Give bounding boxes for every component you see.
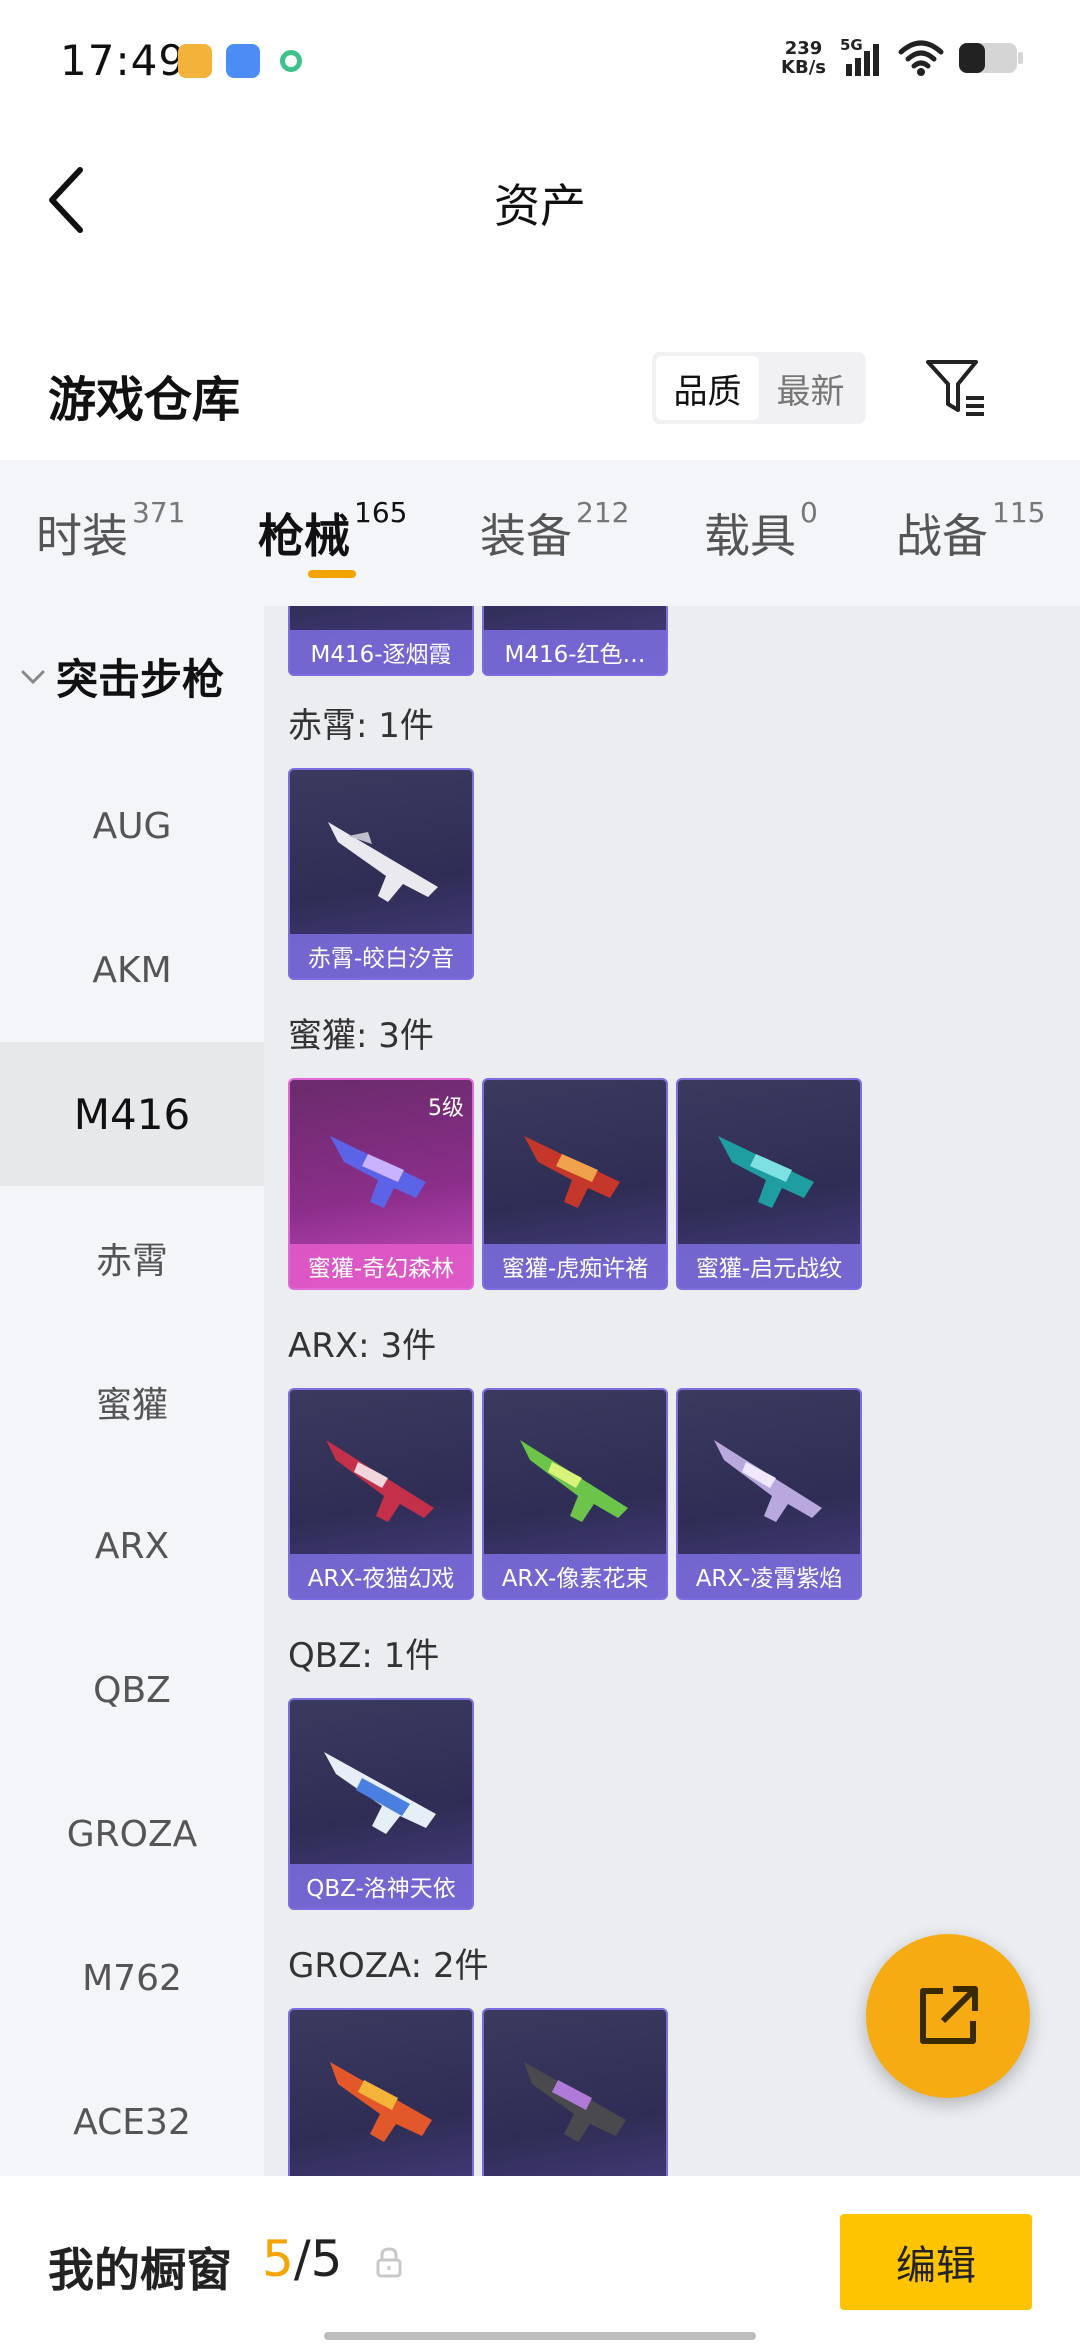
status-time: 17:49 (60, 36, 187, 85)
skin-card[interactable]: M416-红色… (482, 606, 668, 676)
active-tab-indicator (308, 570, 356, 578)
tab-equipment[interactable]: 装备 212 (480, 496, 629, 566)
net-speed-unit: KB/s (781, 57, 826, 78)
tab-count: 0 (800, 496, 818, 529)
page-title: 资产 (494, 179, 586, 233)
skin-name: 蜜獾-启元战纹 (678, 1244, 860, 1288)
app-orange-icon (178, 44, 212, 78)
status-bar: 17:49 239 KB/s 5G (0, 0, 1080, 120)
skin-name: ARX-夜猫幻戏 (290, 1554, 472, 1598)
skin-name: QBZ-洛神天依 (290, 1864, 472, 1908)
wifi-icon (898, 40, 944, 76)
rifle-image (330, 2062, 432, 2142)
sidebar-item-akm[interactable]: AKM (0, 898, 264, 1042)
group-label: GROZA: 2件 (288, 1946, 489, 1986)
group-label: ARX: 3件 (288, 1326, 437, 1366)
skin-card[interactable]: M416-逐烟霞 (288, 606, 474, 676)
tab-count: 212 (576, 496, 630, 529)
tab-vehicles[interactable]: 载具 0 (704, 496, 818, 566)
sidebar-item-m416[interactable]: M416 (0, 1042, 264, 1186)
sort-toggle: 品质 最新 (652, 352, 866, 424)
chevron-down-icon (21, 670, 45, 684)
rifle-image (328, 822, 438, 902)
sidebar-item-arx[interactable]: ARX (0, 1474, 264, 1618)
group-label: 赤霄: 1件 (288, 706, 434, 746)
sidebar-item-groza[interactable]: GROZA (0, 1762, 264, 1906)
group-label: 蜜獾: 3件 (288, 1016, 434, 1056)
skin-name: M416-红色… (484, 630, 666, 674)
category-tabs: 时装 371 枪械 165 装备 212 载具 0 战备 115 (0, 460, 1080, 606)
home-indicator[interactable] (324, 2332, 756, 2340)
filter-icon[interactable] (922, 354, 988, 420)
top-app-bar: 资产 (0, 130, 1080, 270)
sidebar-group-assault-rifles[interactable]: 突击步枪 (18, 646, 224, 707)
tab-count: 115 (992, 496, 1046, 529)
skin-name: ARX-像素花束 (484, 1554, 666, 1598)
rifle-image (714, 1440, 822, 1522)
external-link-icon (920, 1986, 978, 2044)
skin-name: 蜜獾-虎痴许褚 (484, 1244, 666, 1288)
skin-name: ARX-凌霄紫焰 (678, 1554, 860, 1598)
tab-fashion[interactable]: 时装 371 (36, 496, 185, 566)
smg-image (718, 1136, 814, 1208)
tab-label: 装备 (480, 509, 572, 563)
tab-count: 371 (132, 496, 186, 529)
lock-icon (376, 2247, 402, 2278)
skin-card[interactable]: 蜜獾-启元战纹 (676, 1078, 862, 1290)
rifle-image (326, 1440, 434, 1522)
tab-label: 载具 (704, 509, 796, 563)
skin-card[interactable]: 蜜獾-虎痴许褚 (482, 1078, 668, 1290)
tab-guns[interactable]: 枪械 165 (258, 496, 407, 566)
tab-supplies[interactable]: 战备 115 (896, 496, 1045, 566)
sort-newest-button[interactable]: 最新 (759, 356, 862, 420)
app-blue-icon (226, 44, 260, 78)
rifle-image (524, 2062, 626, 2142)
share-fab[interactable] (866, 1934, 1030, 2098)
skin-card[interactable]: 5级 蜜獾-奇幻森林 (288, 1078, 474, 1290)
sidebar-item-aug[interactable]: AUG (0, 754, 264, 898)
smg-image (524, 1136, 620, 1208)
tab-label: 时装 (36, 509, 128, 563)
skin-card[interactable]: ARX-像素花束 (482, 1388, 668, 1600)
sidebar-item-m762[interactable]: M762 (0, 1906, 264, 2050)
tab-count: 165 (354, 496, 408, 529)
showcase-count: 5/5 (262, 2230, 342, 2288)
skin-card[interactable]: ARX-凌霄紫焰 (676, 1388, 862, 1600)
net-speed: 239 KB/s (781, 39, 826, 77)
rifle-image (520, 1440, 628, 1522)
skin-card[interactable]: 赤霄-皎白汐音 (288, 768, 474, 980)
skin-card[interactable] (482, 2008, 668, 2176)
group-label: QBZ: 1件 (288, 1636, 440, 1676)
showcase-current: 5 (262, 2230, 294, 2288)
sidebar-item-ace32[interactable]: ACE32 (0, 2050, 264, 2176)
sidebar-item-mihuan[interactable]: 蜜獾 (0, 1330, 264, 1474)
tab-label: 枪械 (258, 509, 350, 563)
showcase-title: 我的橱窗 (48, 2243, 232, 2297)
skin-card[interactable]: QBZ-洛神天依 (288, 1698, 474, 1910)
bottom-bar: 我的橱窗 5/5 编辑 (0, 2176, 1080, 2344)
showcase-total: /5 (293, 2230, 343, 2288)
rifle-image (324, 1752, 436, 1834)
signal-icon: 5G (840, 36, 884, 78)
sidebar-item-qbz[interactable]: QBZ (0, 1618, 264, 1762)
edit-button[interactable]: 编辑 (840, 2214, 1032, 2310)
sort-quality-button[interactable]: 品质 (656, 356, 759, 420)
skin-name: 赤霄-皎白汐音 (290, 934, 472, 978)
section-title: 游戏仓库 (48, 372, 241, 428)
sidebar-item-chixiao[interactable]: 赤霄 (0, 1186, 264, 1330)
net-speed-value: 239 (784, 38, 823, 59)
skin-card[interactable] (288, 2008, 474, 2176)
smg-image (330, 1136, 426, 1208)
skin-card[interactable]: ARX-夜猫幻戏 (288, 1388, 474, 1600)
weapon-sidebar: 突击步枪 AUG AKM M416 赤霄 蜜獾 ARX QBZ GROZA M7… (0, 606, 264, 2176)
skin-name: 蜜獾-奇幻森林 (290, 1244, 472, 1288)
sidebar-group-label: 突击步枪 (56, 655, 225, 704)
skin-name: M416-逐烟霞 (290, 630, 472, 674)
app-green-icon (274, 44, 308, 78)
battery-icon (959, 43, 1023, 73)
tab-label: 战备 (896, 509, 988, 563)
